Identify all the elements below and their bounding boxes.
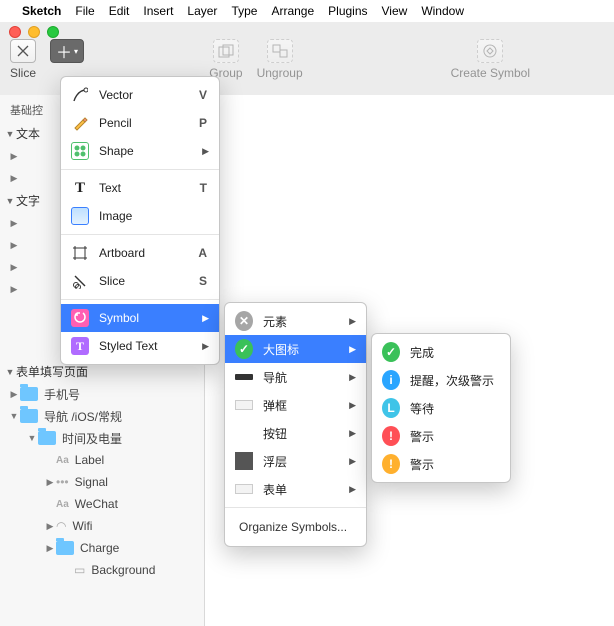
box-icon xyxy=(235,452,253,470)
dialog-icon xyxy=(235,400,253,410)
status-done[interactable]: ✓完成 xyxy=(372,338,510,366)
status-info[interactable]: i提醒，次级警示 xyxy=(372,366,510,394)
menu-layer[interactable]: Layer xyxy=(187,4,217,18)
wifi-icon: ◠ xyxy=(56,519,66,533)
app-name[interactable]: Sketch xyxy=(22,4,61,18)
info-icon: i xyxy=(382,370,400,390)
form-icon xyxy=(235,484,253,494)
status-wait[interactable]: L等待 xyxy=(372,394,510,422)
bigicon-submenu: ✓完成 i提醒，次级警示 L等待 !警示 !警示 xyxy=(371,333,511,483)
menu-arrange[interactable]: Arrange xyxy=(271,4,314,18)
create-symbol-button[interactable]: Create Symbol xyxy=(451,39,530,80)
submenu-button[interactable]: 按钮▶ xyxy=(225,419,366,447)
menu-slice[interactable]: SliceS xyxy=(61,267,219,295)
menu-image[interactable]: Image xyxy=(61,202,219,230)
sidebar-item-charge[interactable]: ▶Charge xyxy=(0,537,204,559)
zoom-icon[interactable] xyxy=(47,26,59,38)
alert-icon: ! xyxy=(382,454,400,474)
folder-icon xyxy=(38,431,56,445)
bar-icon xyxy=(235,374,253,380)
group-button[interactable]: Group xyxy=(209,39,242,80)
submenu-element[interactable]: ✕元素▶ xyxy=(225,307,366,335)
macos-menubar: Sketch File Edit Insert Layer Type Arran… xyxy=(0,0,614,22)
sidebar-item-time[interactable]: ▼时间及电量 xyxy=(0,427,204,449)
clock-icon: L xyxy=(382,398,400,418)
menu-vector[interactable]: VectorV xyxy=(61,81,219,109)
slice-label: Slice xyxy=(10,66,36,80)
check-icon: ✓ xyxy=(235,339,253,359)
organize-symbols[interactable]: Organize Symbols... xyxy=(225,512,366,542)
ungroup-label: Ungroup xyxy=(257,66,303,80)
menu-text[interactable]: TTextT xyxy=(61,174,219,202)
menu-pencil[interactable]: PencilP xyxy=(61,109,219,137)
create-symbol-label: Create Symbol xyxy=(451,66,530,80)
menu-insert[interactable]: Insert xyxy=(143,4,173,18)
submenu-form[interactable]: 表单▶ xyxy=(225,475,366,503)
insert-menu: VectorV PencilP Shape▶ TTextT Image Artb… xyxy=(60,76,220,365)
menu-plugins[interactable]: Plugins xyxy=(328,4,367,18)
minimize-icon[interactable] xyxy=(28,26,40,38)
menu-view[interactable]: View xyxy=(382,4,408,18)
sidebar-item-nav[interactable]: ▼导航 /iOS/常规 xyxy=(0,405,204,427)
folder-icon xyxy=(56,541,74,555)
x-icon: ✕ xyxy=(235,311,253,331)
alert-icon: ! xyxy=(382,426,400,446)
submenu-nav[interactable]: 导航▶ xyxy=(225,363,366,391)
folder-icon xyxy=(20,387,38,401)
menu-edit[interactable]: Edit xyxy=(109,4,130,18)
sidebar-item-phone[interactable]: ▶手机号 xyxy=(0,383,204,405)
menu-window[interactable]: Window xyxy=(421,4,464,18)
status-warn[interactable]: !警示 xyxy=(372,422,510,450)
check-icon: ✓ xyxy=(382,342,400,362)
add-button[interactable]: ＋ ▾ xyxy=(50,39,84,63)
folder-icon xyxy=(20,409,38,423)
submenu-dialog[interactable]: 弹框▶ xyxy=(225,391,366,419)
symbol-submenu: ✕元素▶ ✓大图标▶ 导航▶ 弹框▶ 按钮▶ 浮层▶ 表单▶ Organize … xyxy=(224,302,367,547)
window-titlebar xyxy=(0,22,614,33)
status-warn2[interactable]: !警示 xyxy=(372,450,510,478)
menu-styled-text[interactable]: TStyled Text▶ xyxy=(61,332,219,360)
close-icon[interactable] xyxy=(9,26,21,38)
ungroup-button[interactable]: Ungroup xyxy=(257,39,303,80)
sidebar-item-wifi[interactable]: ▶◠Wifi xyxy=(0,515,204,537)
slice-button[interactable]: Slice xyxy=(10,39,36,80)
submenu-bigicon[interactable]: ✓大图标▶ xyxy=(225,335,366,363)
menu-shape[interactable]: Shape▶ xyxy=(61,137,219,165)
menu-symbol[interactable]: Symbol▶ xyxy=(61,304,219,332)
sidebar-item-label[interactable]: AaLabel xyxy=(0,449,204,471)
sidebar-item-wechat[interactable]: AaWeChat xyxy=(0,493,204,515)
submenu-float[interactable]: 浮层▶ xyxy=(225,447,366,475)
sidebar-item-signal[interactable]: ▶•••Signal xyxy=(0,471,204,493)
menu-type[interactable]: Type xyxy=(231,4,257,18)
menu-artboard[interactable]: ArtboardA xyxy=(61,239,219,267)
sidebar-item-bg[interactable]: ▭Background xyxy=(0,559,204,581)
menu-file[interactable]: File xyxy=(75,4,94,18)
